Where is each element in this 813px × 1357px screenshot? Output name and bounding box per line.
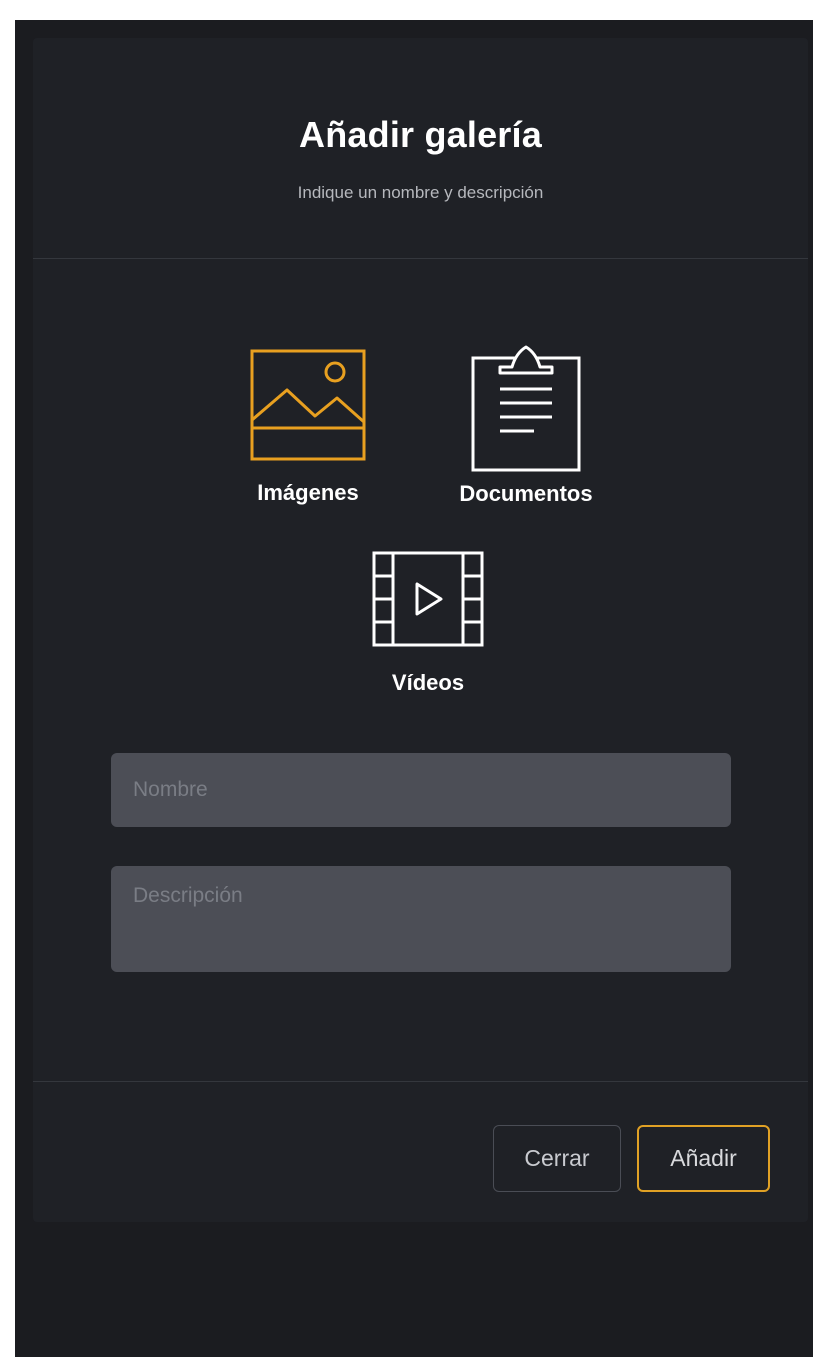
name-field[interactable] (111, 753, 731, 827)
gallery-type-documents[interactable]: Documentos (436, 343, 616, 507)
clipboard-document-icon (471, 345, 581, 472)
gallery-type-videos[interactable]: Vídeos (363, 550, 493, 696)
add-button[interactable]: Añadir (637, 1125, 770, 1192)
description-field[interactable] (111, 866, 731, 972)
gallery-type-videos-label: Vídeos (391, 670, 465, 695)
dialog-subtitle: Indique un nombre y descripción (297, 183, 544, 202)
dialog-header: Añadir galería Indique un nombre y descr… (33, 38, 808, 259)
dialog-title: Añadir galería (299, 114, 542, 155)
image-icon (250, 349, 366, 461)
close-button[interactable]: Cerrar (493, 1125, 621, 1192)
dialog-footer: Cerrar Añadir (33, 1081, 808, 1223)
gallery-type-images[interactable]: Imágenes (243, 348, 373, 506)
add-gallery-dialog: Añadir galería Indique un nombre y descr… (33, 38, 808, 1222)
gallery-type-images-label: Imágenes (257, 480, 359, 505)
film-play-icon (372, 551, 484, 647)
gallery-type-documents-label: Documentos (459, 481, 593, 506)
